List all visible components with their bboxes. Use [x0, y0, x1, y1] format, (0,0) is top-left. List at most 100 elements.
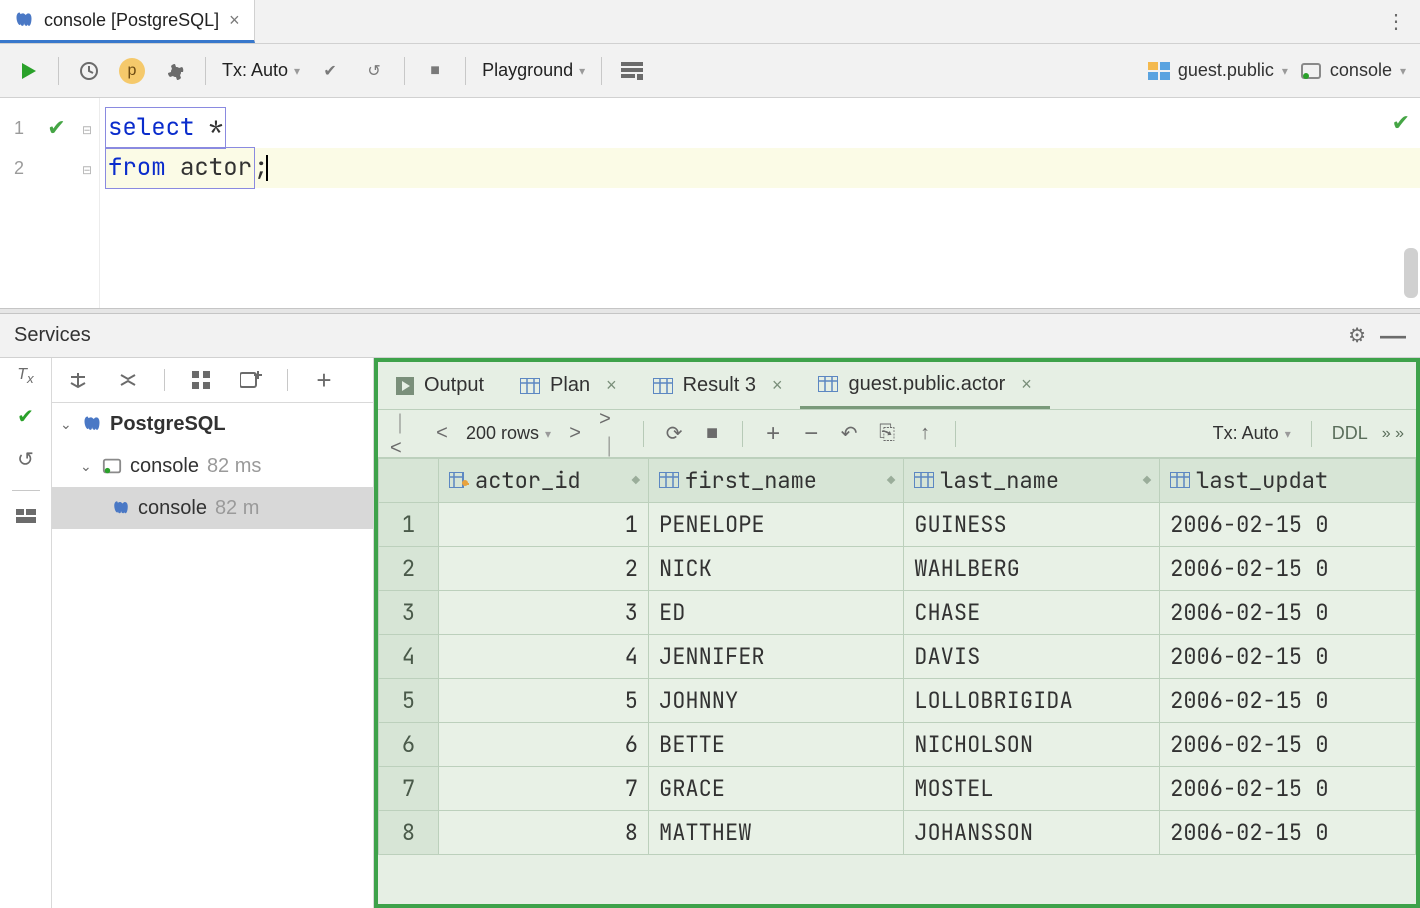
stop-icon[interactable]: ■ — [421, 57, 449, 85]
cell-last-update[interactable]: 2006-02-15 0 — [1160, 723, 1416, 767]
table-row[interactable]: 11PENELOPEGUINESS2006-02-15 0 — [379, 503, 1416, 547]
cell-last-update[interactable]: 2006-02-15 0 — [1160, 591, 1416, 635]
sort-icon[interactable]: ◆ — [887, 472, 895, 490]
data-grid[interactable]: actor_id ◆ first_name ◆ last_name ◆ la — [378, 458, 1416, 904]
schema-selector[interactable]: guest.public ▾ — [1148, 60, 1288, 81]
close-icon[interactable]: × — [606, 375, 617, 396]
playground-dropdown[interactable]: Playground▾ — [482, 60, 585, 81]
submit-icon[interactable]: ↑ — [911, 420, 939, 448]
more-icon[interactable]: ⋮ — [1372, 9, 1420, 34]
row-number[interactable]: 2 — [379, 547, 439, 591]
tab-actor-table[interactable]: guest.public.actor × — [800, 362, 1049, 409]
tx-mode-dropdown[interactable]: Tx: Auto▾ — [222, 60, 300, 81]
minimize-icon[interactable]: — — [1380, 320, 1406, 351]
cell-actor-id[interactable]: 3 — [439, 591, 649, 635]
table-row[interactable]: 22NICKWAHLBERG2006-02-15 0 — [379, 547, 1416, 591]
inspection-ok-icon[interactable]: ✔ — [1392, 110, 1410, 136]
expand-all-icon[interactable] — [64, 366, 92, 394]
table-row[interactable]: 66BETTENICHOLSON2006-02-15 0 — [379, 723, 1416, 767]
view-mode-icon[interactable] — [618, 57, 646, 85]
first-page-icon[interactable]: ｜< — [390, 420, 418, 448]
cell-last-update[interactable]: 2006-02-15 0 — [1160, 679, 1416, 723]
cell-last-update[interactable]: 2006-02-15 0 — [1160, 635, 1416, 679]
cell-first-name[interactable]: JOHNNY — [649, 679, 904, 723]
cell-last-name[interactable]: LOLLOBRIGIDA — [904, 679, 1160, 723]
more-icon[interactable]: » » — [1382, 425, 1404, 443]
tx-mode-dropdown[interactable]: Tx: Auto▾ — [1213, 423, 1291, 444]
revert-icon[interactable]: ↶ — [835, 420, 863, 448]
cell-actor-id[interactable]: 4 — [439, 635, 649, 679]
cell-first-name[interactable]: MATTHEW — [649, 811, 904, 855]
row-number[interactable]: 1 — [379, 503, 439, 547]
remove-row-icon[interactable]: − — [797, 420, 825, 448]
table-row[interactable]: 88MATTHEWJOHANSSON2006-02-15 0 — [379, 811, 1416, 855]
cell-actor-id[interactable]: 6 — [439, 723, 649, 767]
apply-icon[interactable]: ✔ — [17, 404, 34, 429]
close-icon[interactable]: × — [229, 10, 240, 31]
tab-result[interactable]: Result 3 × — [635, 362, 801, 409]
row-count-dropdown[interactable]: 200 rows▾ — [466, 423, 551, 444]
table-row[interactable]: 44JENNIFERDAVIS2006-02-15 0 — [379, 635, 1416, 679]
cell-actor-id[interactable]: 5 — [439, 679, 649, 723]
row-number[interactable]: 8 — [379, 811, 439, 855]
row-number[interactable]: 3 — [379, 591, 439, 635]
cell-last-name[interactable]: MOSTEL — [904, 767, 1160, 811]
row-number[interactable]: 5 — [379, 679, 439, 723]
grid-view-icon[interactable] — [187, 366, 215, 394]
filter-icon[interactable]: Tx — [17, 366, 33, 386]
cell-first-name[interactable]: GRACE — [649, 767, 904, 811]
collapse-all-icon[interactable] — [114, 366, 142, 394]
cell-first-name[interactable]: NICK — [649, 547, 904, 591]
table-row[interactable]: 33EDCHASE2006-02-15 0 — [379, 591, 1416, 635]
tree-query-leaf[interactable]: console 82 m — [52, 487, 373, 529]
sort-icon[interactable]: ◆ — [1143, 472, 1151, 490]
scrollbar[interactable] — [1404, 248, 1418, 298]
close-icon[interactable]: × — [1021, 374, 1032, 395]
last-page-icon[interactable]: >｜ — [599, 420, 627, 448]
sql-editor[interactable]: 1✔ 2 select * from actor; ✔ — [0, 98, 1420, 308]
close-icon[interactable]: × — [772, 375, 783, 396]
column-first-name[interactable]: first_name ◆ — [649, 459, 904, 503]
prev-page-icon[interactable]: < — [428, 420, 456, 448]
sort-icon[interactable]: ◆ — [632, 472, 640, 490]
row-number[interactable]: 4 — [379, 635, 439, 679]
commit-icon[interactable]: ✔ — [316, 57, 344, 85]
cell-actor-id[interactable]: 1 — [439, 503, 649, 547]
column-last-name[interactable]: last_name ◆ — [904, 459, 1160, 503]
next-page-icon[interactable]: > — [561, 420, 589, 448]
clone-row-icon[interactable]: ⎘ — [873, 420, 901, 448]
history-icon[interactable] — [75, 57, 103, 85]
tab-output[interactable]: Output — [378, 362, 502, 409]
cell-last-name[interactable]: JOHANSSON — [904, 811, 1160, 855]
gear-icon[interactable]: ⚙ — [1348, 323, 1366, 348]
profile-badge[interactable]: p — [119, 58, 145, 84]
add-row-icon[interactable]: + — [759, 420, 787, 448]
cell-last-name[interactable]: CHASE — [904, 591, 1160, 635]
cell-first-name[interactable]: ED — [649, 591, 904, 635]
tree-console-session[interactable]: ⌄ console 82 ms — [52, 445, 373, 487]
layout-icon[interactable] — [16, 509, 36, 523]
new-tab-icon[interactable] — [237, 366, 265, 394]
code-area[interactable]: select * from actor; — [100, 98, 1420, 308]
cell-actor-id[interactable]: 8 — [439, 811, 649, 855]
add-icon[interactable]: + — [310, 366, 338, 394]
cell-first-name[interactable]: PENELOPE — [649, 503, 904, 547]
row-number[interactable]: 6 — [379, 723, 439, 767]
cell-actor-id[interactable]: 7 — [439, 767, 649, 811]
editor-tab-console[interactable]: console [PostgreSQL] × — [0, 0, 255, 43]
cell-last-update[interactable]: 2006-02-15 0 — [1160, 547, 1416, 591]
run-button[interactable] — [14, 57, 42, 85]
console-selector[interactable]: console ▾ — [1300, 60, 1406, 81]
table-row[interactable]: 77GRACEMOSTEL2006-02-15 0 — [379, 767, 1416, 811]
settings-icon[interactable] — [161, 57, 189, 85]
column-last-update[interactable]: last_updat — [1160, 459, 1416, 503]
cell-last-update[interactable]: 2006-02-15 0 — [1160, 767, 1416, 811]
cell-first-name[interactable]: BETTE — [649, 723, 904, 767]
cell-last-name[interactable]: NICHOLSON — [904, 723, 1160, 767]
refresh-icon[interactable]: ⟳ — [660, 420, 688, 448]
revert-icon[interactable]: ↺ — [17, 447, 34, 472]
row-number[interactable]: 7 — [379, 767, 439, 811]
tab-plan[interactable]: Plan × — [502, 362, 635, 409]
cell-last-name[interactable]: DAVIS — [904, 635, 1160, 679]
cell-last-name[interactable]: GUINESS — [904, 503, 1160, 547]
